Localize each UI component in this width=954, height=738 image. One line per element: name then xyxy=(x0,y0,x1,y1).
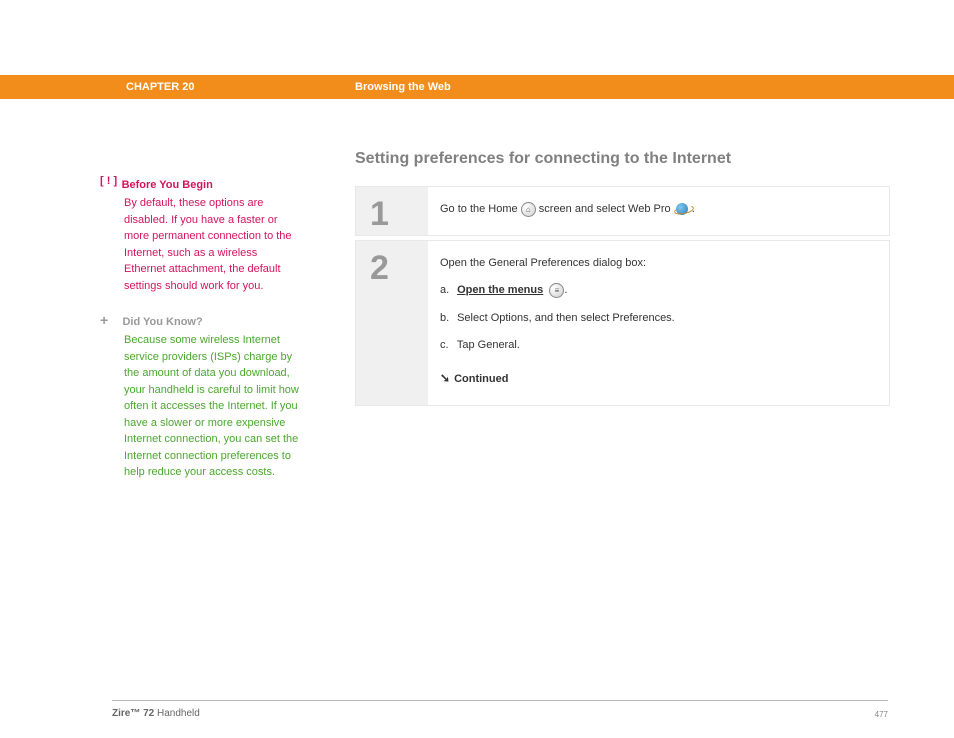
did-you-know-body: Because some wireless Internet service p… xyxy=(124,332,300,481)
page-number: 477 xyxy=(875,710,888,719)
substep-letter: c. xyxy=(440,337,454,355)
step-intro: Open the General Preferences dialog box: xyxy=(440,255,873,273)
continued-indicator: ➘ Continued xyxy=(440,369,873,389)
substep-text: Select Options, and then select Preferen… xyxy=(457,312,675,324)
step-number: 2 xyxy=(356,241,428,405)
before-you-begin-block: [ ! ] Before You Begin By default, these… xyxy=(100,175,300,294)
step-2: 2 Open the General Preferences dialog bo… xyxy=(355,240,890,406)
footer-product: Zire™ 72 Handheld xyxy=(112,708,200,719)
substep-letter: b. xyxy=(440,310,454,328)
home-icon: ⌂ xyxy=(521,202,536,217)
before-you-begin-body: By default, these options are disabled. … xyxy=(124,195,300,294)
web-pro-icon xyxy=(674,202,692,216)
substep-text: . xyxy=(564,284,567,296)
substep-letter: a. xyxy=(440,282,454,300)
step-text: Go to the Home xyxy=(440,203,521,215)
step-body: Open the General Preferences dialog box:… xyxy=(428,241,889,405)
step-body: Go to the Home ⌂ screen and select Web P… xyxy=(428,187,889,235)
step-text: screen and select Web Pro xyxy=(536,203,674,215)
continued-label: Continued xyxy=(454,373,508,385)
menu-icon: ≡ xyxy=(549,283,564,298)
plus-icon: + xyxy=(100,312,118,328)
chapter-title: Browsing the Web xyxy=(355,81,451,93)
substep-b: b. Select Options, and then select Prefe… xyxy=(440,310,873,328)
open-menus-link[interactable]: Open the menus xyxy=(457,284,543,296)
footer-divider xyxy=(112,700,888,701)
step-1: 1 Go to the Home ⌂ screen and select Web… xyxy=(355,186,890,236)
section-title: Setting preferences for connecting to th… xyxy=(355,150,890,168)
substep-text: Tap General. xyxy=(457,339,520,351)
footer-product-name: Zire™ 72 xyxy=(112,708,154,719)
sidebar: [ ! ] Before You Begin By default, these… xyxy=(100,175,300,481)
did-you-know-title: Did You Know? xyxy=(122,316,202,328)
substep-a: a. Open the menus ≡. xyxy=(440,282,873,300)
main-content: Setting preferences for connecting to th… xyxy=(355,150,890,410)
step-number: 1 xyxy=(356,187,428,235)
header-bar: CHAPTER 20 Browsing the Web xyxy=(0,75,954,99)
alert-icon: [ ! ] xyxy=(100,175,117,187)
substep-c: c. Tap General. xyxy=(440,337,873,355)
chapter-label: CHAPTER 20 xyxy=(126,81,194,93)
did-you-know-block: + Did You Know? Because some wireless In… xyxy=(100,312,300,481)
continued-arrow-icon: ➘ xyxy=(440,369,450,388)
before-you-begin-title: Before You Begin xyxy=(122,179,213,191)
footer-product-type: Handheld xyxy=(154,708,200,719)
